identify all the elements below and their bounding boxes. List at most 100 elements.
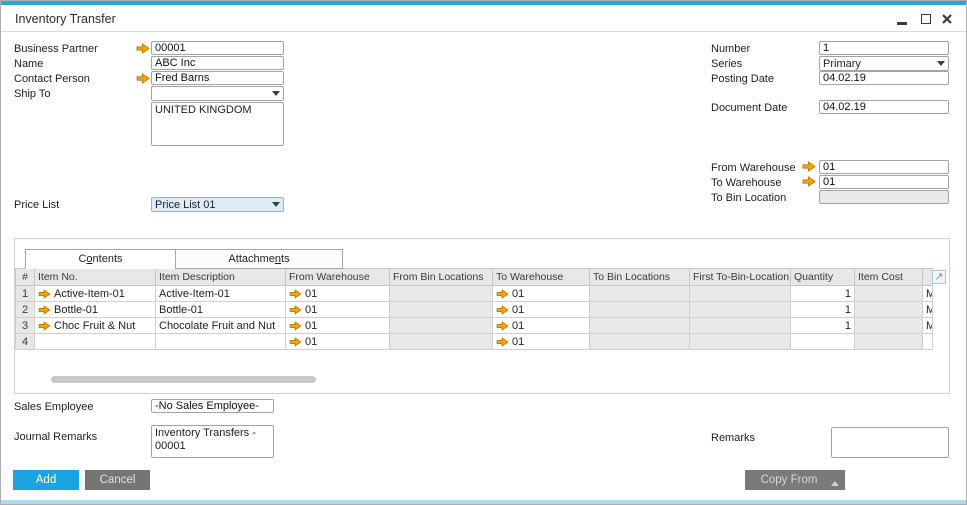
to-warehouse-link-arrow-icon[interactable] [802,176,816,187]
copy-from-button[interactable]: Copy From [745,470,845,490]
quantity-cell[interactable]: 1 [791,286,855,302]
to-bin-location-label: To Bin Location [711,192,786,204]
close-button[interactable] [939,11,955,27]
ship-to-select[interactable] [151,86,284,101]
item-cost-cell [855,302,923,318]
link-arrow-icon[interactable] [38,289,51,299]
col-header-first-to-bin-location[interactable]: First To-Bin-Location [690,269,791,286]
contact-person-link-arrow-icon[interactable] [136,73,150,84]
link-arrow-icon[interactable] [496,321,509,331]
price-list-select[interactable]: Price List 01 [151,197,284,212]
business-partner-link-arrow-icon[interactable] [136,43,150,54]
expand-grid-button[interactable]: ↗ [932,270,946,284]
first-to-bin-location-cell [690,334,791,350]
col-header-item-description[interactable]: Item Description [156,269,286,286]
tab-contents[interactable]: Contents [25,249,176,269]
extra-cell[interactable] [923,334,933,350]
series-select[interactable]: Primary [819,56,949,71]
journal-remarks-label: Journal Remarks [14,431,97,443]
item-description-cell[interactable]: Active-Item-01 [156,286,286,302]
minimize-button[interactable] [894,11,910,27]
table-row: 3 Choc Fruit & Nut Chocolate Fruit and N… [16,318,933,334]
item-description-cell[interactable] [156,334,286,350]
link-arrow-icon[interactable] [38,305,51,315]
item-no-value: Bottle-01 [54,304,98,316]
col-header-from-bin-locations[interactable]: From Bin Locations [390,269,493,286]
first-to-bin-location-cell [690,286,791,302]
link-arrow-icon[interactable] [496,337,509,347]
to-warehouse-cell[interactable]: 01 [493,334,590,350]
link-arrow-icon[interactable] [289,337,302,347]
link-arrow-icon[interactable] [496,305,509,315]
quantity-cell[interactable] [791,334,855,350]
col-header-item-cost[interactable]: Item Cost [855,269,923,286]
col-header-from-warehouse[interactable]: From Warehouse [286,269,390,286]
cancel-button[interactable]: Cancel [85,470,150,490]
remarks-box[interactable] [831,427,949,458]
horizontal-scrollbar[interactable] [51,376,316,383]
quantity-cell[interactable]: 1 [791,302,855,318]
row-number-cell[interactable]: 1 [16,286,35,302]
col-header-quantity[interactable]: Quantity [791,269,855,286]
add-button[interactable]: Add [13,470,79,490]
extra-cell[interactable]: M [923,302,933,318]
col-header-to-bin-locations[interactable]: To Bin Locations [590,269,690,286]
name-label: Name [14,58,43,70]
link-arrow-icon[interactable] [496,289,509,299]
name-input[interactable] [151,56,284,70]
to-warehouse-value: 01 [512,288,524,300]
to-warehouse-cell[interactable]: 01 [493,302,590,318]
table-row: 1 Active-Item-01 Active-Item-01 01 01 1 … [16,286,933,302]
minimize-icon [897,22,907,25]
col-header-rownum[interactable]: # [16,269,35,286]
row-number-cell[interactable]: 3 [16,318,35,334]
titlebar[interactable]: Inventory Transfer [1,5,966,32]
col-header-to-warehouse[interactable]: To Warehouse [493,269,590,286]
from-warehouse-input[interactable] [819,160,949,174]
contact-person-input[interactable] [151,71,284,85]
tab-attachments-label-rest: ts [281,253,290,265]
journal-remarks-box[interactable]: Inventory Transfers - 00001 [151,425,274,458]
posting-date-input[interactable] [819,71,949,85]
link-arrow-icon[interactable] [289,305,302,315]
item-description-cell[interactable]: Chocolate Fruit and Nut [156,318,286,334]
tab-attachments[interactable]: Attachments [175,249,343,269]
business-partner-input[interactable] [151,41,284,55]
to-warehouse-input[interactable] [819,175,949,189]
from-warehouse-cell[interactable]: 01 [286,286,390,302]
link-arrow-icon[interactable] [289,289,302,299]
from-warehouse-cell[interactable]: 01 [286,302,390,318]
sales-employee-input[interactable] [151,399,274,413]
item-cost-cell [855,286,923,302]
to-bin-locations-cell [590,334,690,350]
item-no-cell[interactable]: Choc Fruit & Nut [35,318,156,334]
col-header-item-no[interactable]: Item No. [35,269,156,286]
maximize-button[interactable] [918,11,934,27]
from-warehouse-cell[interactable]: 01 [286,334,390,350]
remarks-label: Remarks [711,432,755,444]
link-arrow-icon[interactable] [289,321,302,331]
from-warehouse-label: From Warehouse [711,162,796,174]
table-row: 2 Bottle-01 Bottle-01 01 01 1 M [16,302,933,318]
number-input[interactable] [819,41,949,55]
window-bottom-accent [1,500,966,504]
row-number-cell[interactable]: 2 [16,302,35,318]
to-warehouse-cell[interactable]: 01 [493,286,590,302]
ship-to-address-box[interactable]: UNITED KINGDOM [151,102,284,146]
link-arrow-icon[interactable] [38,321,51,331]
item-no-cell[interactable] [35,334,156,350]
posting-date-label: Posting Date [711,73,774,85]
from-warehouse-link-arrow-icon[interactable] [802,161,816,172]
row-number-cell[interactable]: 4 [16,334,35,350]
extra-cell[interactable]: M [923,318,933,334]
to-warehouse-cell[interactable]: 01 [493,318,590,334]
item-description-cell[interactable]: Bottle-01 [156,302,286,318]
document-date-input[interactable] [819,100,949,114]
from-warehouse-cell[interactable]: 01 [286,318,390,334]
item-no-cell[interactable]: Bottle-01 [35,302,156,318]
quantity-cell[interactable]: 1 [791,318,855,334]
item-no-cell[interactable]: Active-Item-01 [35,286,156,302]
extra-cell[interactable]: M [923,286,933,302]
table-row: 4 01 01 [16,334,933,350]
to-bin-locations-cell [590,302,690,318]
